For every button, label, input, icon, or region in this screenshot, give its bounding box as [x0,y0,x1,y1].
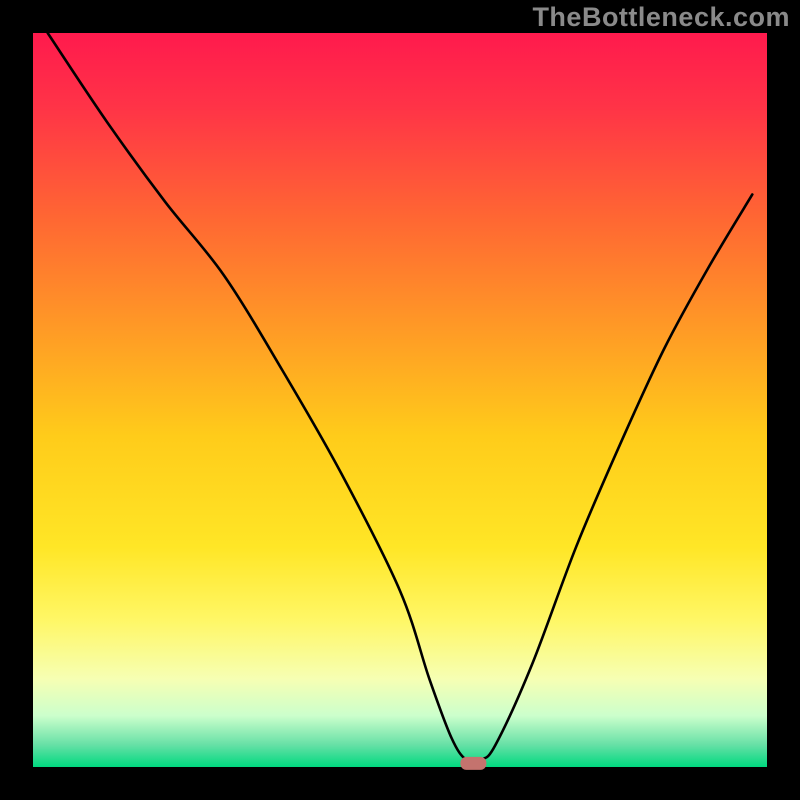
optimal-marker [460,757,486,770]
plot-background [33,33,767,767]
bottleneck-chart [0,0,800,800]
chart-frame: TheBottleneck.com [0,0,800,800]
